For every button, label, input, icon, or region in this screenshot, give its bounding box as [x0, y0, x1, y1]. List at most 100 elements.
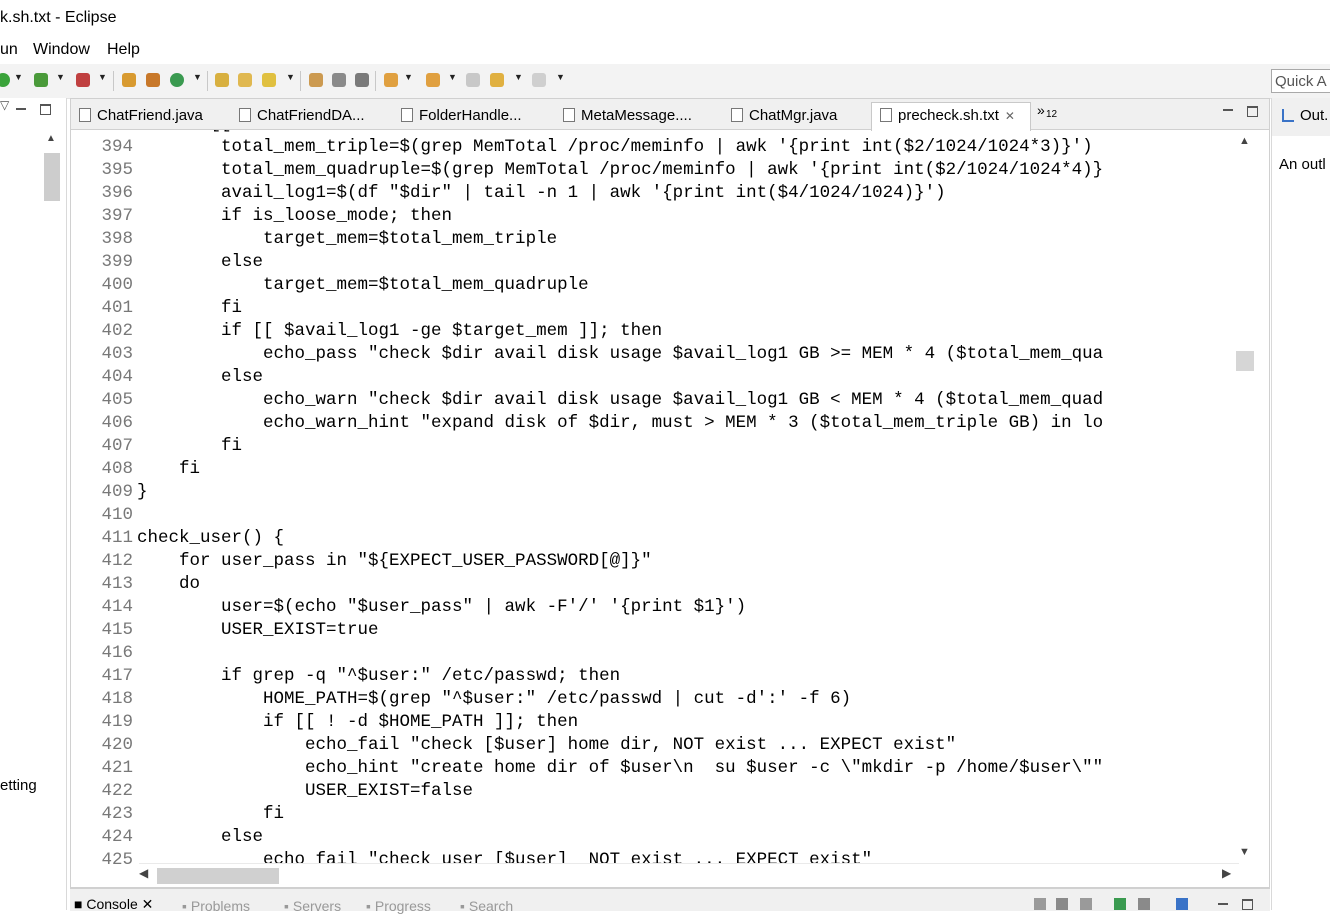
maximize-icon[interactable]	[1242, 899, 1253, 910]
maximize-icon[interactable]	[40, 104, 51, 115]
tab-label: ChatFriend.java	[97, 107, 203, 124]
scrollbar-thumb[interactable]	[1236, 351, 1254, 371]
run-as-icon[interactable]	[34, 73, 48, 87]
minimize-icon[interactable]	[1218, 903, 1228, 905]
scroll-up-icon[interactable]: ▲	[46, 133, 56, 144]
new-package-icon[interactable]	[122, 73, 136, 87]
previous-annotation-icon[interactable]	[426, 73, 440, 87]
scroll-left-icon[interactable]: ◀	[139, 866, 148, 880]
search-icon[interactable]	[262, 73, 276, 87]
tab-progress[interactable]: ▪ Progress	[366, 898, 431, 914]
title-bar: k.sh.txt - Eclipse	[0, 0, 1330, 38]
menu-help[interactable]: Help	[107, 41, 140, 59]
vertical-scrollbar[interactable]: ▲ ▼	[1236, 130, 1266, 868]
new-class-icon[interactable]	[146, 73, 160, 87]
bottom-panel: ■ Console ✕ ▪ Problems ▪ Servers ▪ Progr…	[70, 888, 1270, 914]
quick-access-input[interactable]: Quick A	[1271, 69, 1330, 93]
scroll-up-icon[interactable]: ▲	[1239, 135, 1250, 147]
menu-run[interactable]: un	[0, 41, 18, 59]
open-folder-icon[interactable]	[238, 73, 252, 87]
code-text: fi	[137, 459, 201, 479]
line-number: 421	[101, 758, 133, 778]
chevron-down-icon[interactable]: ▼	[56, 72, 65, 82]
chevron-down-icon[interactable]: ▼	[404, 72, 413, 82]
tab-label: Search	[468, 898, 514, 914]
tab-label: MetaMessage....	[581, 107, 692, 124]
tab-folderhandle[interactable]: FolderHandle...	[393, 103, 555, 129]
scroll-down-icon[interactable]: ▼	[1239, 846, 1250, 858]
code-editor[interactable]: if [[ 394 total_mem_triple=$(grep MemTot…	[71, 130, 1236, 868]
line-number: 406	[101, 413, 133, 433]
open-type-icon[interactable]	[215, 73, 229, 87]
code-text: else	[137, 367, 264, 387]
menu-window[interactable]: Window	[33, 41, 90, 59]
scrollbar-thumb[interactable]	[44, 153, 60, 201]
line-number: 405	[101, 390, 133, 410]
back-icon[interactable]	[490, 73, 504, 87]
tab-problems[interactable]: ▪ Problems	[182, 898, 250, 914]
tab-precheck-sh-txt[interactable]: precheck.sh.txt ✕	[871, 102, 1031, 131]
tree-item-label[interactable]: etting	[0, 777, 37, 794]
scrollbar-thumb[interactable]	[157, 868, 279, 884]
line-number: 409	[101, 482, 133, 502]
chevron-down-icon[interactable]: ▼	[193, 72, 202, 82]
tab-chatmgr-java[interactable]: ChatMgr.java	[723, 103, 871, 129]
block-selection-icon[interactable]	[332, 73, 346, 87]
code-text: check_user() {	[137, 528, 285, 548]
tab-console[interactable]: ■ Console ✕	[74, 896, 153, 913]
new-icon[interactable]	[170, 73, 184, 87]
minimize-icon[interactable]	[16, 108, 26, 110]
chevron-down-icon[interactable]: ▼	[14, 72, 23, 82]
toolbar-separator	[300, 71, 301, 91]
chevron-down-icon[interactable]: ▼	[286, 72, 295, 82]
code-text: echo_warn "check $dir avail disk usage $…	[137, 390, 1104, 410]
external-tools-icon[interactable]	[76, 73, 90, 87]
tab-label: ChatMgr.java	[749, 107, 838, 124]
annotation-icon[interactable]	[309, 73, 323, 87]
line-number: 415	[101, 620, 133, 640]
horizontal-scrollbar[interactable]: ◀ ▶	[139, 863, 1239, 886]
close-icon[interactable]: ✕	[1005, 109, 1015, 123]
toolbar-separator	[207, 71, 208, 91]
tab-label: FolderHandle...	[419, 107, 522, 124]
text-file-icon	[880, 108, 892, 122]
code-text: USER_EXIST=true	[137, 620, 379, 640]
word-wrap-icon[interactable]	[1080, 898, 1092, 910]
tab-chatfriendda[interactable]: ChatFriendDA...	[231, 103, 393, 129]
tab-search[interactable]: ▪ Search	[460, 898, 513, 914]
code-text: else	[137, 827, 264, 847]
tab-metamessage[interactable]: MetaMessage....	[555, 103, 723, 129]
run-icon[interactable]	[0, 73, 10, 87]
scroll-right-icon[interactable]: ▶	[1222, 866, 1231, 880]
outline-message: An outl	[1279, 156, 1326, 173]
forward-icon[interactable]	[532, 73, 546, 87]
line-number: 419	[101, 712, 133, 732]
code-text: target_mem=$total_mem_triple	[137, 229, 558, 249]
last-edit-icon[interactable]	[466, 73, 480, 87]
display-console-icon[interactable]	[1138, 898, 1150, 910]
scroll-lock-icon[interactable]	[1056, 898, 1068, 910]
maximize-icon[interactable]	[1247, 106, 1258, 117]
tab-servers[interactable]: ▪ Servers	[284, 898, 341, 914]
line-number: 394	[101, 137, 133, 157]
tab-outline[interactable]: Out.	[1300, 107, 1328, 124]
tab-overflow-icon[interactable]: »	[1037, 102, 1045, 118]
code-text: USER_EXIST=false	[137, 781, 474, 801]
minimize-icon[interactable]: ▽	[0, 98, 9, 112]
chevron-down-icon[interactable]: ▼	[514, 72, 523, 82]
tab-overflow-count[interactable]: 12	[1046, 109, 1057, 120]
open-console-icon[interactable]	[1176, 898, 1188, 910]
clear-console-icon[interactable]	[1034, 898, 1046, 910]
minimize-icon[interactable]	[1223, 109, 1233, 111]
tab-chatfriend-java[interactable]: ChatFriend.java	[71, 103, 229, 129]
line-number: 412	[101, 551, 133, 571]
chevron-down-icon[interactable]: ▼	[448, 72, 457, 82]
code-text: if [[ ! -d $HOME_PATH ]]; then	[137, 712, 579, 732]
chevron-down-icon[interactable]: ▼	[556, 72, 565, 82]
pin-console-icon[interactable]	[1114, 898, 1126, 910]
outline-tab-bar: Out.	[1272, 98, 1330, 136]
next-annotation-icon[interactable]	[384, 73, 398, 87]
chevron-down-icon[interactable]: ▼	[98, 72, 107, 82]
line-number: 413	[101, 574, 133, 594]
show-whitespace-icon[interactable]	[355, 73, 369, 87]
